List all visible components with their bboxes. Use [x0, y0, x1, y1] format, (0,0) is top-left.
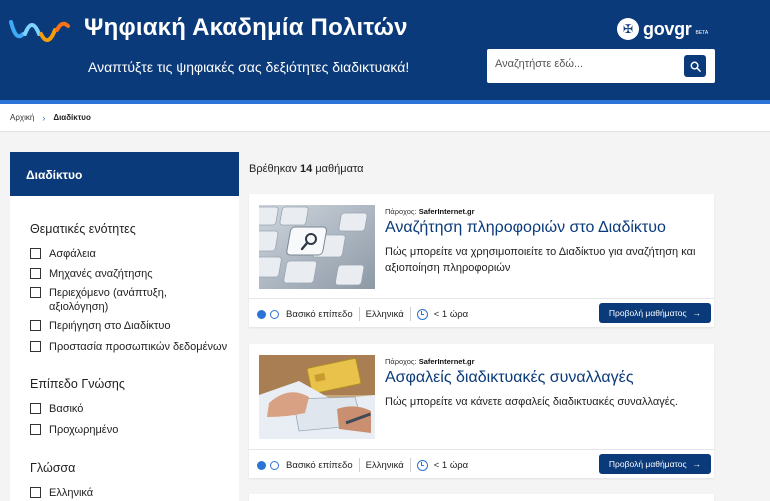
checkbox-label: Προχωρημένο	[49, 424, 119, 436]
view-course-label: Προβολή μαθήματος	[608, 459, 687, 469]
course-meta: Βασικό επίπεδο Ελληνικά < 1 ώρα	[257, 458, 468, 472]
meta-divider	[409, 307, 411, 321]
site-title[interactable]: Ψηφιακή Ακαδημία Πολιτών	[84, 14, 408, 42]
sidebar-heading: Διαδίκτυο	[10, 152, 239, 196]
card-divider	[249, 449, 714, 450]
course-provider: Πάροχος: SaferInternet.gr	[385, 207, 475, 216]
checkbox-label: Βασικό	[49, 403, 84, 415]
meta-divider	[358, 458, 360, 472]
meta-divider	[409, 458, 411, 472]
search-icon	[690, 61, 701, 72]
checkbox[interactable]	[30, 287, 41, 298]
breadcrumb-home-link[interactable]: Αρχική	[10, 113, 34, 122]
filter-sidebar: Διαδίκτυο Θεματικές ενότητες Ασφάλεια Μη…	[10, 152, 239, 501]
view-course-button[interactable]: Προβολή μαθήματος →	[599, 454, 711, 474]
course-duration: < 1 ώρα	[433, 459, 469, 471]
course-level: Βασικό επίπεδο	[286, 308, 353, 320]
breadcrumb-current: Διαδίκτυο	[53, 113, 91, 122]
provider-label: Πάροχος:	[385, 357, 417, 366]
site-subtitle: Αναπτύξτε τις ψηφιακές σας δεξιότητες δι…	[88, 59, 410, 75]
filter-checkbox-item[interactable]: Προχωρημένο	[30, 423, 118, 437]
provider-label: Πάροχος:	[385, 207, 417, 216]
checkbox[interactable]	[30, 248, 41, 259]
course-duration: < 1 ώρα	[433, 308, 469, 320]
clock-icon	[416, 459, 428, 471]
filter-checkbox-item[interactable]: Περιεχόμενο (ανάπτυξη, αξιολόγηση)	[30, 286, 215, 314]
course-title-link[interactable]: Αναζήτηση πληροφοριών στο Διαδίκτυο	[385, 219, 666, 237]
results-prefix: Βρέθηκαν	[249, 163, 297, 175]
site-header: Ψηφιακή Ακαδημία Πολιτών Αναπτύξτε τις ψ…	[0, 0, 770, 100]
clock-icon	[416, 308, 428, 320]
checkbox-label: Μηχανές αναζήτησης	[49, 268, 153, 280]
checkbox-label: Προστασία προσωπικών δεδομένων	[49, 341, 228, 353]
course-language: Ελληνικά	[365, 308, 404, 320]
academy-logo-icon[interactable]	[8, 12, 72, 48]
checkbox[interactable]	[30, 268, 41, 279]
filter-group-title: Επίπεδο Γνώσης	[30, 377, 125, 391]
breadcrumb: Αρχική › Διαδίκτυο	[0, 104, 770, 132]
filter-checkbox-item[interactable]: Μηχανές αναζήτησης	[30, 267, 153, 281]
chevron-right-icon: ›	[42, 112, 46, 123]
govgr-logo[interactable]: ✠ govgr BETA	[617, 18, 708, 40]
course-description: Πώς μπορείτε να χρησιμοποιείτε το Διαδίκ…	[385, 246, 696, 274]
course-meta: Βασικό επίπεδο Ελληνικά < 1 ώρα	[257, 307, 468, 321]
course-card: Πάροχος: SaferInternet.gr Ασφαλείς διαδι…	[249, 344, 714, 478]
filter-group-title: Γλώσσα	[30, 461, 76, 475]
checkbox[interactable]	[30, 424, 41, 435]
arrow-right-icon: →	[692, 459, 702, 469]
search-box	[487, 49, 715, 83]
checkbox-label: Περιεχόμενο (ανάπτυξη, αξιολόγηση)	[49, 287, 167, 313]
results-suffix: μαθήματα	[315, 163, 364, 175]
arrow-right-icon: →	[692, 308, 702, 318]
filter-checkbox-item[interactable]: Ασφάλεια	[30, 247, 96, 261]
course-description: Πώς μπορείτε να κάνετε ασφαλείς διαδικτυ…	[385, 396, 678, 408]
keyboard-search-image-icon	[259, 205, 375, 289]
course-card: Πάροχος: SaferInternet.gr Αναζήτηση πληρ…	[249, 194, 714, 327]
view-course-label: Προβολή μαθήματος	[608, 308, 687, 318]
course-level: Βασικό επίπεδο	[286, 459, 353, 471]
checkbox-label: Ελληνικά	[49, 487, 94, 499]
course-thumbnail-payment[interactable]	[259, 355, 375, 439]
checkbox[interactable]	[30, 403, 41, 414]
govgr-text: govgr	[643, 18, 692, 39]
search-input[interactable]	[495, 58, 675, 70]
govgr-beta-badge: BETA	[695, 30, 709, 36]
course-card-partial	[249, 494, 714, 501]
filter-checkbox-item[interactable]: Προστασία προσωπικών δεδομένων	[30, 340, 227, 354]
course-provider: Πάροχος: SaferInternet.gr	[385, 357, 475, 366]
filter-group-title: Θεματικές ενότητες	[30, 222, 136, 236]
results-number: 14	[300, 163, 313, 175]
provider-name: SaferInternet.gr	[418, 207, 475, 216]
course-language: Ελληνικά	[365, 459, 404, 471]
filter-checkbox-item[interactable]: Περιήγηση στο Διαδίκτυο	[30, 319, 171, 333]
search-button[interactable]	[684, 55, 706, 77]
checkbox[interactable]	[30, 341, 41, 352]
view-course-button[interactable]: Προβολή μαθήματος →	[599, 303, 711, 323]
level-empty-dot-icon	[270, 460, 279, 470]
card-divider	[249, 298, 714, 299]
provider-name: SaferInternet.gr	[418, 357, 475, 366]
meta-divider	[358, 307, 360, 321]
checkbox-label: Ασφάλεια	[49, 248, 96, 260]
level-empty-dot-icon	[270, 309, 279, 319]
level-filled-dot-icon	[257, 309, 266, 319]
card-payment-image-icon	[259, 355, 375, 439]
course-title-link[interactable]: Ασφαλείς διαδικτυακές συναλλαγές	[385, 369, 634, 387]
filter-checkbox-item[interactable]: Ελληνικά	[30, 486, 93, 500]
level-filled-dot-icon	[257, 460, 266, 470]
checkbox-label: Περιήγηση στο Διαδίκτυο	[49, 320, 171, 332]
checkbox[interactable]	[30, 487, 41, 498]
filter-checkbox-item[interactable]: Βασικό	[30, 402, 83, 416]
course-thumbnail-keyboard[interactable]	[259, 205, 375, 289]
checkbox[interactable]	[30, 320, 41, 331]
greek-emblem-icon: ✠	[617, 18, 639, 40]
results-count: Βρέθηκαν 14 μαθήματα	[249, 163, 364, 175]
